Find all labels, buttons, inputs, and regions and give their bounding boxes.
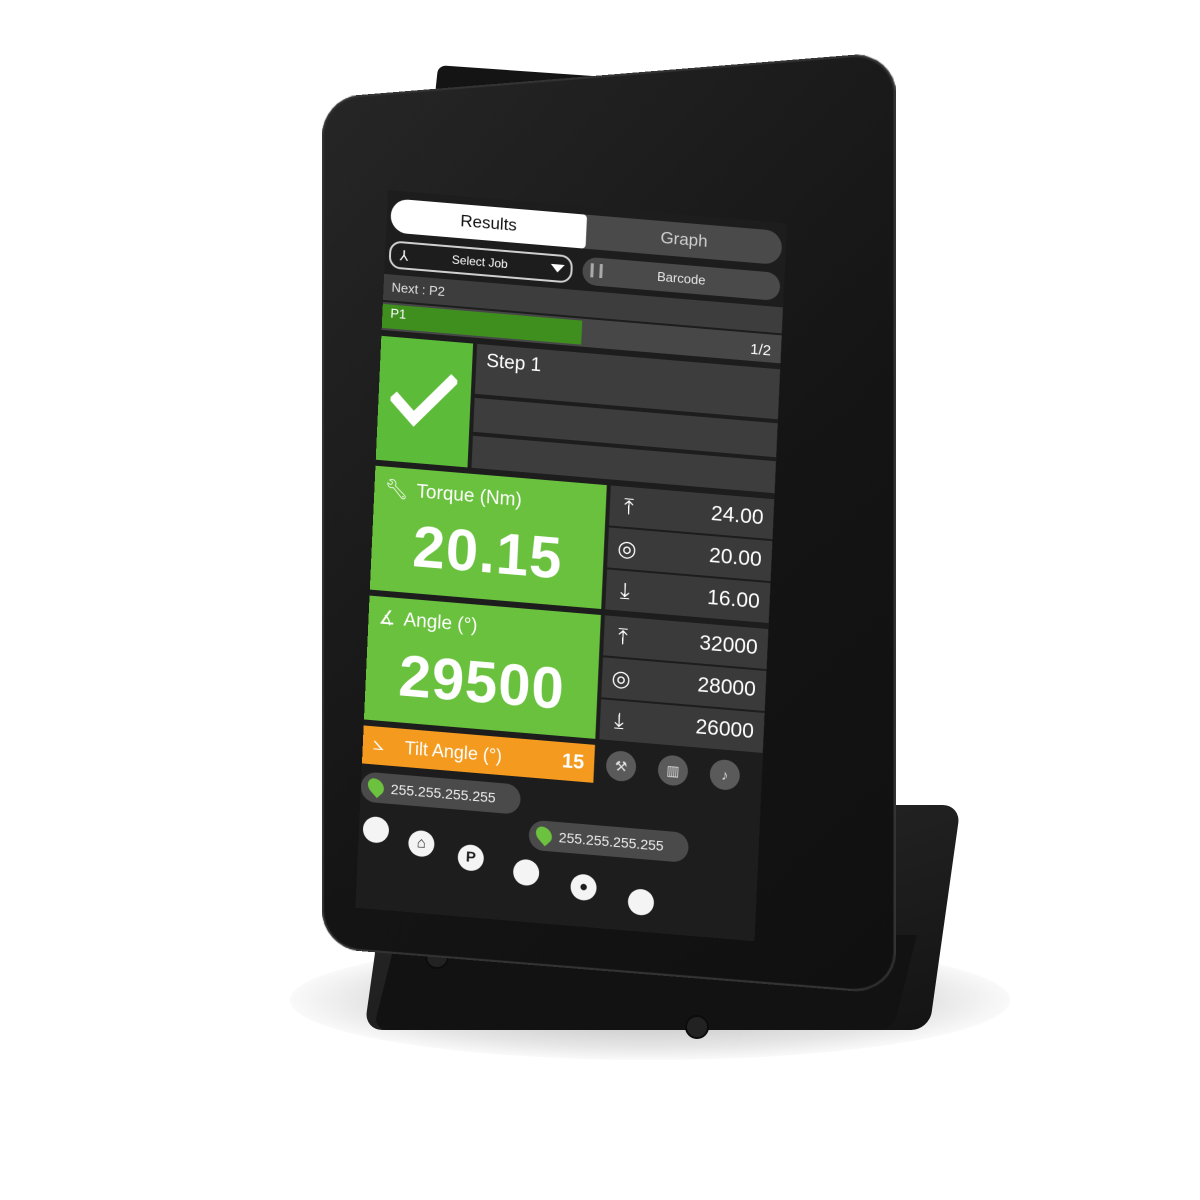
user-icon[interactable]: ●	[570, 873, 598, 902]
tab-graph[interactable]: Graph	[586, 215, 783, 265]
step-list: Step 1	[471, 343, 781, 494]
checkmark-icon	[389, 374, 458, 427]
tilt-angle-value: 15	[561, 750, 585, 775]
target-icon: ◎	[616, 535, 638, 562]
current-job-label: P1	[390, 305, 407, 322]
arrow-up-icon: ⤒	[623, 493, 635, 520]
tool-icon[interactable]: ⚒	[605, 749, 637, 783]
job-icon: ⅄	[399, 247, 409, 264]
nav-button-3[interactable]	[627, 888, 655, 917]
angle-panel: ∡ Angle (°) 29500	[363, 595, 601, 739]
torque-panel: 🔧︎ Torque (Nm) 20.15	[369, 465, 607, 610]
step-status-ok	[375, 335, 474, 468]
target-icon: ◎	[610, 665, 632, 692]
nav-button-1[interactable]	[362, 815, 390, 844]
touch-screen: Results Graph ⅄ Select Job Barcode Next …	[355, 190, 787, 941]
chevron-down-icon	[550, 263, 565, 274]
parking-icon[interactable]: P	[457, 843, 485, 872]
step-label: Step 1	[485, 350, 542, 377]
ip-address-2: 255.255.255.255	[528, 819, 690, 863]
factory-icon[interactable]: ▥	[657, 754, 689, 787]
nav-button-2[interactable]	[512, 858, 540, 887]
torque-limits: ⤒ 24.00 ◎ 20.00 ⤓ 16.00	[605, 485, 775, 624]
select-job-label: Select Job	[451, 252, 509, 272]
angle-limits: ⤒ 32000 ◎ 28000 ⤓ 26000	[599, 615, 769, 753]
wrench-icon: 🔧︎	[383, 478, 409, 502]
stand-screw	[685, 1015, 709, 1039]
torque-label: Torque (Nm)	[415, 481, 523, 512]
torque-value: 20.15	[411, 514, 564, 592]
angle-icon: ∡	[378, 607, 397, 630]
home-icon[interactable]: ⌂	[407, 829, 435, 858]
arrow-down-icon: ⤓	[619, 577, 631, 604]
arrow-up-icon: ⤒	[617, 623, 629, 650]
tab-results[interactable]: Results	[390, 198, 588, 249]
bell-icon[interactable]: ♪	[709, 758, 741, 792]
tilt-icon: ⦣	[372, 732, 385, 756]
arrow-down-icon: ⤓	[613, 707, 625, 734]
angle-label: Angle (°)	[403, 609, 478, 637]
job-counter: 1/2	[749, 340, 772, 360]
location-pin-icon	[364, 775, 388, 799]
ip-address-1: 255.255.255.255	[360, 771, 522, 815]
location-pin-icon	[532, 823, 556, 847]
next-job-label: Next : P2	[391, 279, 446, 300]
angle-value: 29500	[397, 643, 567, 723]
tilt-angle-label: Tilt Angle (°)	[404, 737, 503, 767]
